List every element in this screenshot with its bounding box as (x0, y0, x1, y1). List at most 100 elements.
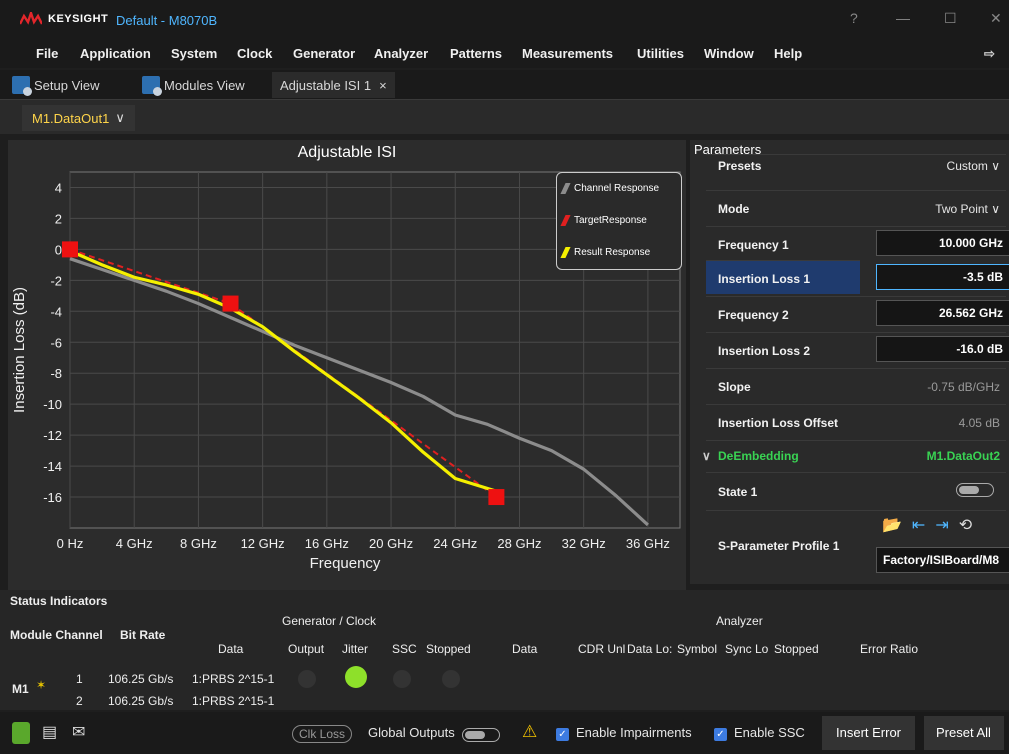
tab-setup-view[interactable]: Setup View (12, 72, 100, 98)
state-toggle[interactable] (956, 483, 994, 497)
tab-close-icon[interactable]: × (379, 78, 387, 93)
y-axis-label: Insertion Loss (dB) (11, 287, 28, 413)
legend-channel-response[interactable]: Channel Response (560, 183, 660, 194)
param-row[interactable]: Insertion Loss 2 -16.0 dB (706, 332, 1009, 366)
enable-ssc-checkbox[interactable]: ✓ (714, 728, 727, 741)
ssc-led-1 (393, 670, 411, 688)
sparam-row: S-Parameter Profile 1 📂 ⇤ ⇥ ⟲ Factory/IS… (706, 510, 1009, 580)
param-value-field[interactable]: -3.5 dB (876, 264, 1009, 290)
y-tick-label: -8 (50, 366, 62, 381)
menu-analyzer[interactable]: Analyzer (374, 46, 428, 61)
tab-modules-view[interactable]: Modules View (142, 72, 245, 98)
param-value[interactable]: Two Point ∨ (935, 202, 1000, 216)
generator-clock-header: Generator / Clock (282, 614, 377, 628)
tab-adjustable-isi[interactable]: Adjustable ISI 1 × (272, 72, 395, 98)
folder-open-icon[interactable]: 📂 (882, 515, 902, 535)
x-tick-label: 8 GHz (180, 536, 217, 551)
x-tick-label: 36 GHz (626, 536, 670, 551)
output-led-1 (298, 670, 316, 688)
tab-bar: Setup View Modules View Adjustable ISI 1… (0, 70, 1009, 100)
target-point-marker (488, 489, 505, 506)
insert-error-button[interactable]: Insert Error (822, 716, 916, 750)
collapse-arrows-icon[interactable]: ⇨ (984, 46, 995, 62)
col-module-channel: Module Channel (10, 628, 103, 642)
channel-selector[interactable]: M1.DataOut1 ∨ (22, 105, 135, 131)
close-icon[interactable]: ✕ (990, 10, 1002, 27)
deembedding-row[interactable]: ∨ DeEmbedding M1.DataOut2 (702, 440, 1006, 470)
chart-panel: Adjustable ISI 0 Hz 4 GHz 8 GHz 12 GHz 16 GH… (8, 140, 686, 590)
channel-bar: M1.DataOut1 ∨ (0, 100, 1009, 134)
sparam-path-field[interactable]: Factory/ISIBoard/M8 (876, 547, 1009, 573)
param-value-field[interactable]: 26.562 GHz (876, 300, 1009, 326)
param-label: Insertion Loss 1 (718, 272, 811, 286)
menu-clock[interactable]: Clock (237, 46, 272, 61)
menu-window[interactable]: Window (704, 46, 754, 61)
module-label: M1 (12, 682, 29, 696)
param-row[interactable]: Slope -0.75 dB/GHz (706, 368, 1006, 402)
gen-col-data: Data (218, 642, 244, 656)
legend-label: TargetResponse (574, 215, 647, 226)
menu-file[interactable]: File (36, 46, 58, 61)
sparam-label: S-Parameter Profile 1 (718, 539, 840, 553)
window-title: Default - M8070B (116, 13, 218, 28)
x-tick-label: 0 Hz (57, 536, 84, 551)
tab-label: Adjustable ISI 1 (280, 77, 372, 93)
param-row[interactable]: Insertion Loss 1 -3.5 dB (706, 260, 1009, 294)
param-value-field[interactable]: -16.0 dB (876, 336, 1009, 362)
sparam-toolbar: 📂 ⇤ ⇥ ⟲ (882, 515, 972, 535)
brand-name: KEYSIGHT (48, 13, 109, 25)
tab-label: Setup View (34, 77, 100, 93)
param-row[interactable]: Presets Custom ∨ (706, 154, 1006, 188)
enable-ssc-label: Enable SSC (734, 725, 805, 740)
title-bar: KEYSIGHT Default - M8070B ? — ☐ ✕ (0, 0, 1009, 40)
ana-col-sync: Sync Lo (725, 642, 769, 656)
run-status-icon[interactable] (12, 722, 30, 744)
channel-value: M1.DataOut1 (32, 110, 110, 126)
param-row[interactable]: Frequency 1 10.000 GHz (706, 226, 1009, 260)
setup-view-icon (12, 76, 32, 96)
menu-generator[interactable]: Generator (293, 46, 355, 61)
y-tick-label: -10 (43, 397, 62, 412)
global-outputs-toggle[interactable] (462, 728, 500, 742)
minimize-icon[interactable]: — (896, 10, 910, 26)
log-icon[interactable]: ▤ (42, 722, 57, 742)
message-icon[interactable]: ✉ (72, 722, 85, 742)
param-label: Presets (718, 159, 762, 173)
module-status-icon: ✶ (36, 678, 47, 692)
param-label: Insertion Loss Offset (718, 416, 839, 430)
menu-system[interactable]: System (171, 46, 217, 61)
export-icon[interactable]: ⇥ (935, 515, 948, 535)
gen-col-jitter: Jitter (342, 642, 369, 656)
x-tick-label: 24 GHz (433, 536, 477, 551)
bitrate-1: 106.25 Gb/s (108, 672, 174, 686)
state-row: State 1 (706, 472, 1006, 508)
reset-icon[interactable]: ⟲ (959, 515, 972, 535)
legend-target-response[interactable]: TargetResponse (560, 215, 647, 226)
legend-result-response[interactable]: Result Response (560, 247, 651, 258)
enable-impairments-checkbox[interactable]: ✓ (556, 728, 569, 741)
param-row[interactable]: Insertion Loss Offset 4.05 dB (706, 404, 1006, 438)
menu-measurements[interactable]: Measurements (522, 46, 613, 61)
legend-label: Channel Response (574, 183, 660, 194)
ana-col-data-loss: Data Lo: (627, 642, 673, 656)
param-row[interactable]: Mode Two Point ∨ (706, 190, 1006, 224)
legend-swatch (560, 183, 571, 194)
import-icon[interactable]: ⇤ (912, 515, 925, 535)
help-icon[interactable]: ? (850, 10, 858, 26)
param-row[interactable]: Frequency 2 26.562 GHz (706, 296, 1009, 330)
legend-label: Result Response (574, 247, 651, 258)
gen-col-output: Output (288, 642, 325, 656)
param-label: Mode (718, 202, 750, 216)
legend-swatch (560, 215, 571, 226)
menu-help[interactable]: Help (774, 46, 802, 61)
preset-all-button[interactable]: Preset All (924, 716, 1004, 750)
target-point-marker (222, 295, 239, 312)
menu-application[interactable]: Application (80, 46, 151, 61)
maximize-icon[interactable]: ☐ (944, 10, 957, 27)
y-tick-label: 0 (55, 242, 62, 257)
param-value[interactable]: Custom ∨ (947, 159, 1000, 173)
menu-patterns[interactable]: Patterns (450, 46, 502, 61)
ana-col-cdr: CDR Unl (578, 642, 626, 656)
param-value-field[interactable]: 10.000 GHz (876, 230, 1009, 256)
menu-utilities[interactable]: Utilities (637, 46, 684, 61)
